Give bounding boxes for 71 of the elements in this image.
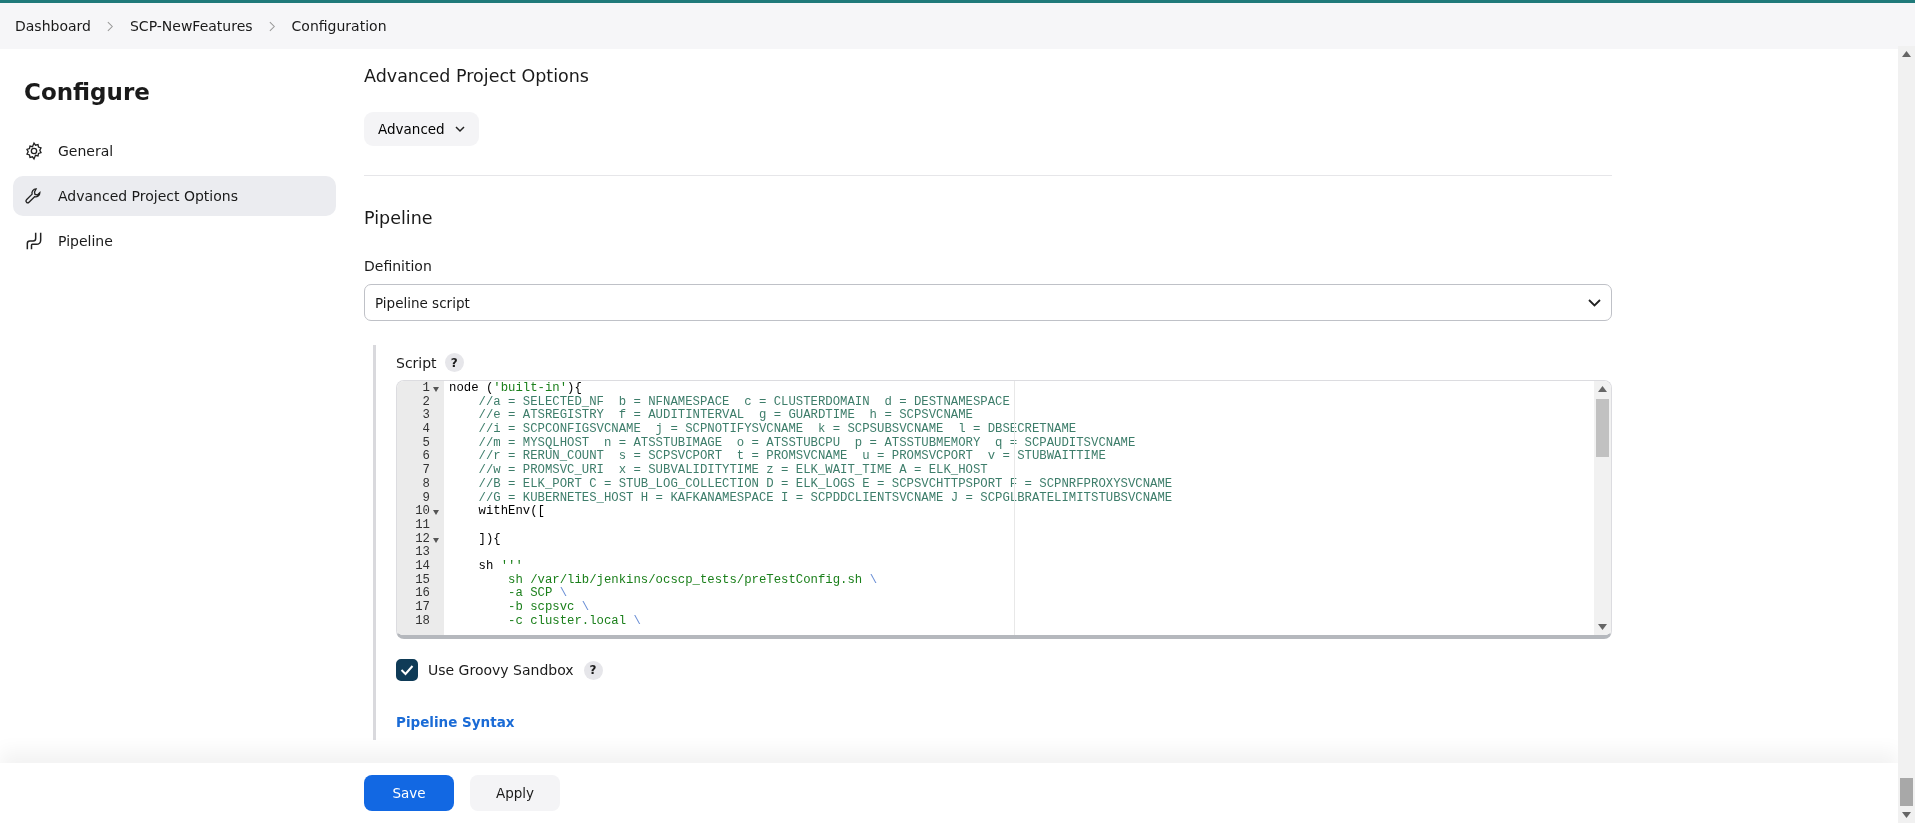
sidebar-item[interactable]: Advanced Project Options <box>13 176 336 216</box>
code-line: //i = SCPCONFIGSVCNAME j = SCPNOTIFYSVCNAME k = SCPSUBSVCNAME l = DBSECRETNAME <box>477 422 1077 437</box>
checkbox[interactable] <box>396 659 418 681</box>
code-line: ]){ <box>477 531 501 546</box>
line-number: 1 <box>422 382 440 396</box>
settings-icon <box>24 141 44 161</box>
breadcrumb-link[interactable]: Dashboard <box>15 18 91 34</box>
line-number: 18 <box>415 614 431 629</box>
advanced-button[interactable]: Advanced <box>364 112 479 146</box>
help-button[interactable]: ? <box>444 353 464 372</box>
scrollbar[interactable] <box>1594 381 1611 635</box>
code-line: -a SCP \ <box>507 586 568 601</box>
line-number: 2 <box>422 395 431 409</box>
code-line: //r = RERUN_COUNT s = SCPSVCPORT t = PROMSVCNAME u = PROMSVCPORT v = STUBWAITTIME <box>477 449 1106 464</box>
code-line: sh /var/lib/jenkins/ocscp_tests/preTestConfig.sh \ <box>507 572 877 587</box>
apply-button[interactable]: Apply <box>470 775 560 811</box>
breadcrumb-link[interactable]: Configuration <box>291 18 387 34</box>
checkmark-icon <box>400 664 414 676</box>
pipeline-syntax-link[interactable]: Pipeline Syntax <box>396 714 1612 730</box>
line-number: 4 <box>422 423 431 437</box>
line-number: 17 <box>415 601 431 615</box>
line-number: 14 <box>415 559 431 574</box>
sidebar-item-label: Advanced Project Options <box>58 188 238 204</box>
line-number: 15 <box>415 573 431 587</box>
section-heading: Advanced Project Options <box>364 66 590 86</box>
line-number: 5 <box>422 436 431 450</box>
scroll-up-icon[interactable] <box>1598 386 1607 392</box>
sidebar-item[interactable]: General <box>13 131 336 171</box>
save-button[interactable]: Save <box>364 775 454 811</box>
pipe-icon <box>24 231 44 251</box>
line-number: 9 <box>422 491 431 505</box>
scroll-down-icon[interactable] <box>1902 812 1911 818</box>
breadcrumb-link[interactable]: SCP-NewFeatures <box>129 18 253 34</box>
chevron-right-icon <box>106 20 114 32</box>
line-number: 13 <box>415 546 431 560</box>
field-label: Script <box>396 354 437 371</box>
sidebar-item[interactable]: Pipeline <box>13 221 336 261</box>
line-number: 6 <box>422 450 431 464</box>
help-button[interactable]: ? <box>583 660 603 680</box>
code-line: withEnv([ <box>477 504 545 519</box>
sidebar-item-label: Pipeline <box>58 233 113 249</box>
code-line: //e = ATSREGISTRY f = AUDITINTERVAL g = GUARDTIME h = SCPSVCNAME <box>477 408 973 423</box>
field-label: Definition <box>364 258 433 274</box>
code-line: -b scpsvc \ <box>507 600 590 614</box>
scroll-down-icon[interactable] <box>1598 624 1607 630</box>
chevron-right-icon <box>268 20 276 32</box>
line-number: 8 <box>422 477 431 492</box>
scrollbar-thumb[interactable] <box>1596 399 1609 457</box>
scroll-up-icon[interactable] <box>1902 51 1911 57</box>
line-number: 10 <box>415 505 440 519</box>
caret-icon <box>1588 298 1601 307</box>
line-number: 11 <box>415 518 431 533</box>
scrollbar-thumb[interactable] <box>1900 778 1913 806</box>
section-heading: Pipeline <box>364 208 434 228</box>
code-line: //a = SELECTED_NF b = NFNAMESPACE c = CLUSTERDOMAIN d = DESTNAMESPACE <box>477 394 1010 409</box>
sidebar-title: Configure <box>24 79 151 105</box>
definition-dropdown[interactable]: Pipeline script <box>364 284 1612 321</box>
scrollbar[interactable] <box>1898 46 1915 823</box>
code-line: node ('built-in'){ <box>449 381 582 395</box>
caret-icon <box>454 125 465 133</box>
code-editor[interactable] <box>396 380 1612 639</box>
checkbox-label: Use Groovy Sandbox <box>428 662 574 678</box>
code-line: -c cluster.local \ <box>507 613 641 628</box>
code-line: sh ''' <box>477 558 523 573</box>
line-number: 16 <box>415 587 431 601</box>
line-number: 12 <box>415 532 440 547</box>
line-number: 7 <box>422 464 431 478</box>
code-line: //G = KUBERNETES_HOST H = KAFKANAMESPACE I = SCPDDCLIENTSVCNAME J = SCPGLBRATELIMITSTUBSVCNAME <box>477 490 1173 505</box>
code-line: //w = PROMSVC_URI x = SUBVALIDITYTIME z = ELK_WAIT_TIME A = ELK_HOST <box>477 463 988 478</box>
sidebar-item-label: General <box>58 143 114 159</box>
line-number: 3 <box>422 409 431 423</box>
